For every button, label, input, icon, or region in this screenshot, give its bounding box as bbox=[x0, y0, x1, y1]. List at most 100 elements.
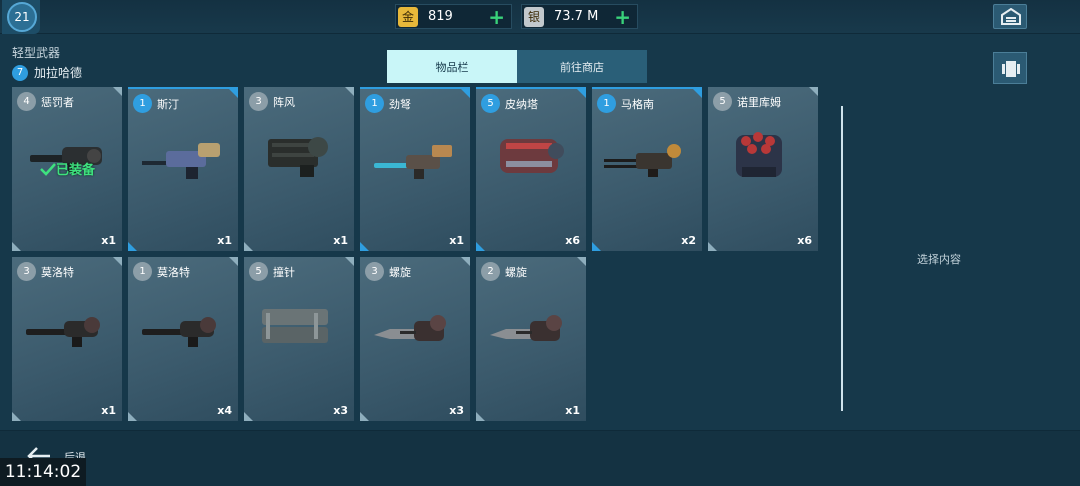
item-quantity: x1 bbox=[101, 404, 116, 417]
item-quantity: x1 bbox=[333, 234, 348, 247]
weapon-image bbox=[254, 297, 344, 361]
add-silver-button[interactable]: + bbox=[614, 6, 631, 28]
item-card[interactable]: 4 惩罚者 x1 已装备 bbox=[12, 87, 122, 251]
item-name: 劲弩 bbox=[389, 98, 411, 111]
category-title: 轻型武器 bbox=[12, 46, 61, 60]
item-name: 撞针 bbox=[273, 266, 295, 279]
character-name: 加拉哈德 bbox=[34, 66, 83, 80]
item-name: 斯汀 bbox=[157, 98, 179, 111]
item-name: 螺旋 bbox=[389, 266, 411, 279]
gold-value: 819 bbox=[428, 9, 453, 24]
tab-inventory[interactable]: 物品栏 bbox=[387, 50, 517, 83]
item-card[interactable]: 3 螺旋 x3 bbox=[360, 257, 470, 421]
card-corner bbox=[113, 87, 122, 96]
card-corner bbox=[592, 242, 601, 251]
item-name: 诺里库姆 bbox=[737, 96, 781, 109]
card-corner bbox=[244, 412, 253, 421]
card-corner bbox=[360, 412, 369, 421]
item-name: 皮纳塔 bbox=[505, 98, 538, 111]
gold-icon: 金 bbox=[398, 6, 418, 27]
card-corner bbox=[345, 257, 354, 266]
item-quantity: x6 bbox=[565, 234, 580, 247]
item-card[interactable]: 5 皮纳塔 x6 bbox=[476, 87, 586, 251]
card-corner bbox=[577, 257, 586, 266]
weapon-image bbox=[718, 127, 808, 191]
robot-view-icon bbox=[1002, 61, 1020, 77]
item-quantity: x1 bbox=[101, 234, 116, 247]
item-level-badge: 2 bbox=[481, 262, 500, 281]
card-corner bbox=[12, 412, 21, 421]
card-corner bbox=[128, 242, 137, 251]
character-level: 7 bbox=[12, 64, 28, 81]
character-info: 7 加拉哈德 bbox=[12, 64, 82, 81]
item-quantity: x2 bbox=[681, 234, 696, 247]
weapon-image bbox=[138, 129, 228, 193]
hangar-button[interactable] bbox=[993, 4, 1027, 29]
weapon-image bbox=[370, 129, 460, 193]
item-card[interactable]: 3 莫洛特 x1 bbox=[12, 257, 122, 421]
bottom-bar bbox=[0, 430, 1080, 486]
player-level: 21 bbox=[7, 2, 37, 32]
item-level-badge: 3 bbox=[365, 262, 384, 281]
view-toggle-button[interactable] bbox=[993, 52, 1027, 84]
weapon-image bbox=[254, 127, 344, 191]
item-name: 莫洛特 bbox=[157, 266, 190, 279]
item-card[interactable]: 3 阵风 x1 bbox=[244, 87, 354, 251]
item-card[interactable]: 5 撞针 x3 bbox=[244, 257, 354, 421]
card-corner bbox=[476, 242, 485, 251]
check-icon bbox=[40, 162, 56, 176]
card-corner bbox=[476, 412, 485, 421]
card-corner bbox=[461, 257, 470, 266]
item-level-badge: 3 bbox=[249, 92, 268, 111]
item-card[interactable]: 1 莫洛特 x4 bbox=[128, 257, 238, 421]
card-corner bbox=[12, 242, 21, 251]
item-name: 马格南 bbox=[621, 98, 654, 111]
item-level-badge: 1 bbox=[597, 94, 616, 113]
item-level-badge: 4 bbox=[17, 92, 36, 111]
item-name: 阵风 bbox=[273, 96, 295, 109]
equipped-badge: 已装备 bbox=[40, 159, 95, 178]
item-quantity: x1 bbox=[565, 404, 580, 417]
player-level-badge[interactable]: 21 bbox=[2, 0, 40, 34]
item-quantity: x4 bbox=[217, 404, 232, 417]
item-level-badge: 5 bbox=[249, 262, 268, 281]
item-card[interactable]: 1 斯汀 x1 bbox=[128, 87, 238, 251]
card-corner bbox=[360, 242, 369, 251]
tab-shop[interactable]: 前往商店 bbox=[517, 50, 647, 83]
card-corner bbox=[708, 242, 717, 251]
card-corner bbox=[345, 87, 354, 96]
card-corner bbox=[244, 242, 253, 251]
silver-value: 73.7 M bbox=[554, 9, 599, 24]
weapon-image bbox=[22, 297, 112, 361]
equipped-label: 已装备 bbox=[56, 163, 96, 178]
item-quantity: x6 bbox=[797, 234, 812, 247]
card-corner bbox=[577, 89, 586, 98]
card-corner bbox=[229, 89, 238, 98]
item-level-badge: 5 bbox=[481, 94, 500, 113]
card-corner bbox=[113, 257, 122, 266]
add-gold-button[interactable]: + bbox=[488, 6, 505, 28]
item-quantity: x3 bbox=[333, 404, 348, 417]
item-name: 螺旋 bbox=[505, 266, 527, 279]
weapon-image bbox=[602, 129, 692, 193]
card-corner bbox=[809, 87, 818, 96]
item-card[interactable]: 2 螺旋 x1 bbox=[476, 257, 586, 421]
silver-currency: 银 73.7 M + bbox=[521, 4, 638, 29]
detail-panel-hint: 选择内容 bbox=[917, 253, 961, 266]
panel-divider bbox=[841, 106, 843, 411]
item-quantity: x1 bbox=[449, 234, 464, 247]
card-corner bbox=[461, 89, 470, 98]
item-level-badge: 3 bbox=[17, 262, 36, 281]
hangar-icon bbox=[1001, 8, 1021, 25]
item-level-badge: 1 bbox=[133, 262, 152, 281]
item-level-badge: 1 bbox=[365, 94, 384, 113]
weapon-image bbox=[138, 297, 228, 361]
item-quantity: x1 bbox=[217, 234, 232, 247]
weapon-image bbox=[370, 297, 460, 361]
item-card[interactable]: 1 劲弩 x1 bbox=[360, 87, 470, 251]
card-corner bbox=[693, 89, 702, 98]
item-card[interactable]: 1 马格南 x2 bbox=[592, 87, 702, 251]
weapon-image bbox=[486, 129, 576, 193]
item-card[interactable]: 5 诺里库姆 x6 bbox=[708, 87, 818, 251]
item-quantity: x3 bbox=[449, 404, 464, 417]
